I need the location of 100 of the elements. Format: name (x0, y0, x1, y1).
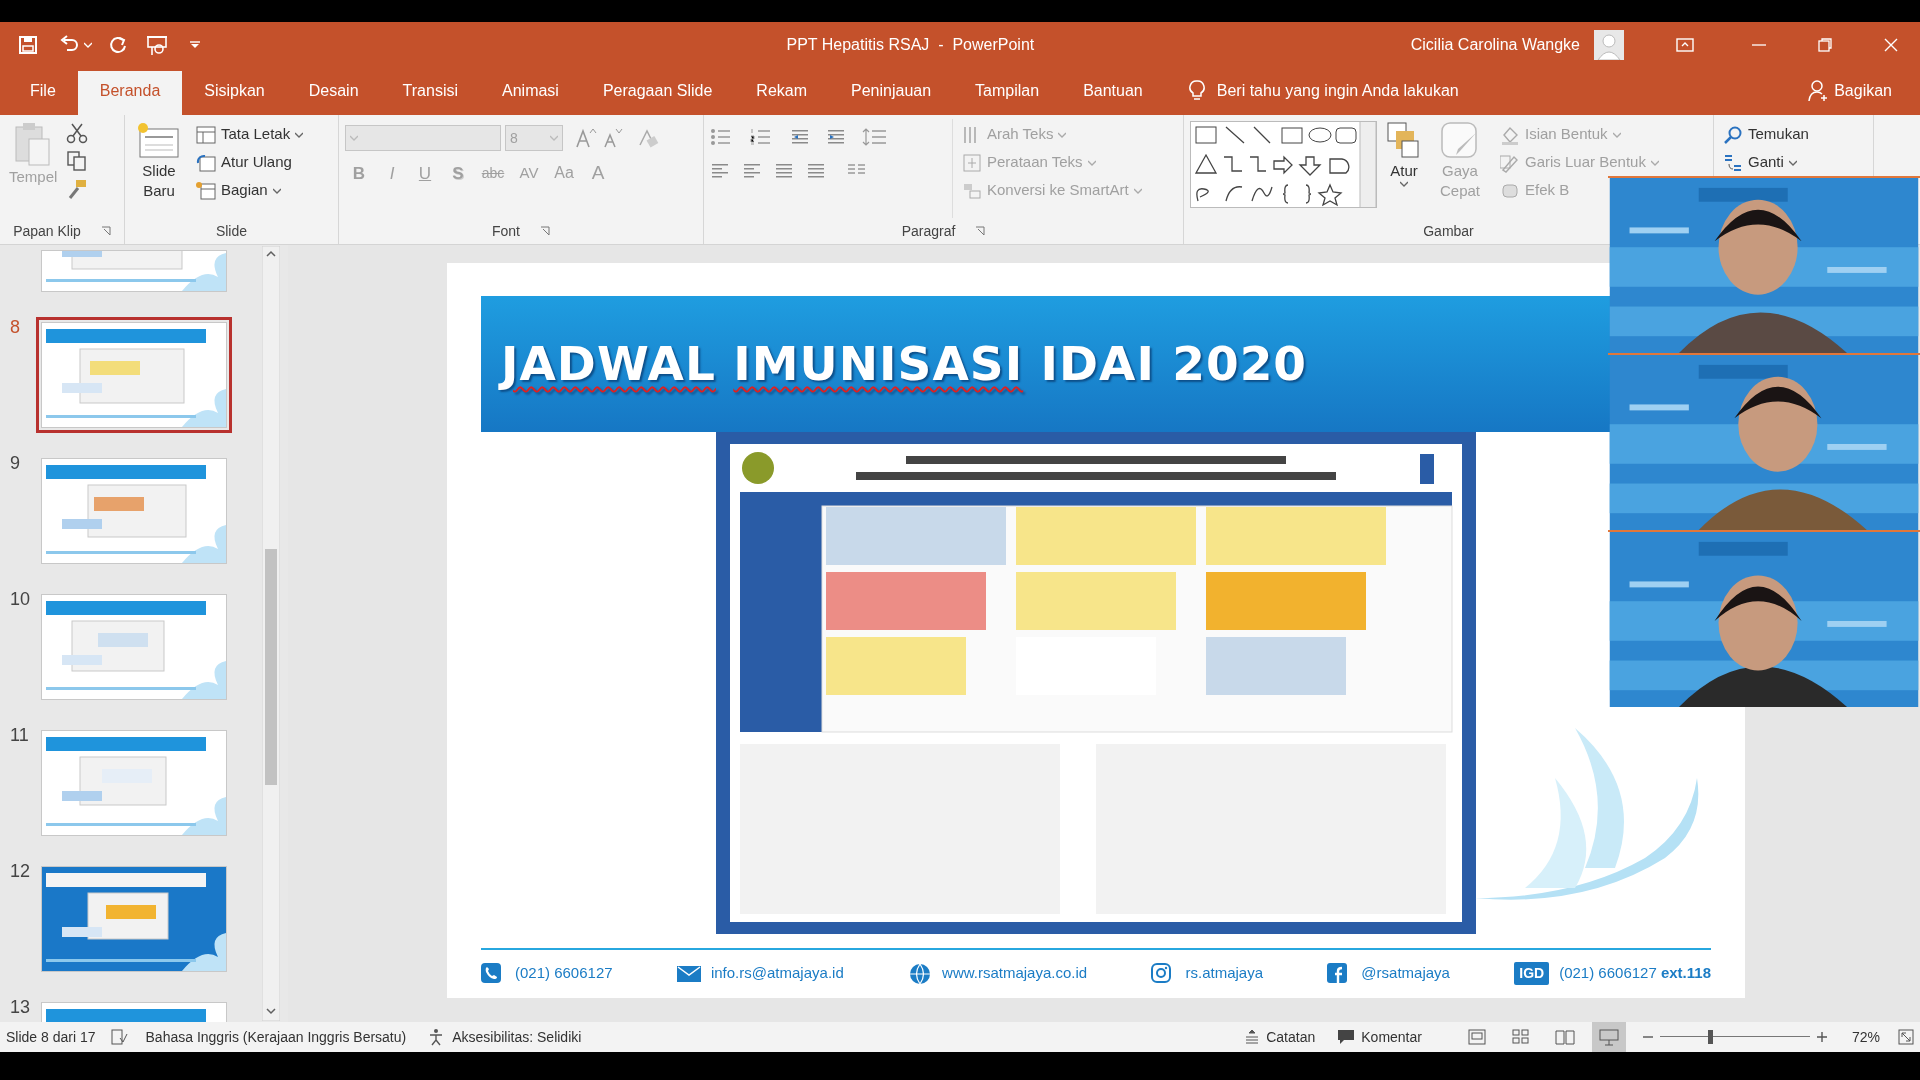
notes-icon (1244, 1029, 1261, 1045)
presenter-icon[interactable] (146, 34, 168, 56)
ribbon-tab[interactable]: Desain (286, 71, 381, 111)
caret-icon (84, 42, 92, 48)
group-label: Slide (215, 221, 248, 241)
align-text-icon (962, 152, 982, 173)
slide-thumbnail[interactable] (36, 317, 232, 433)
redo-icon[interactable] (108, 35, 128, 55)
ribbon-tab[interactable]: File (8, 71, 78, 111)
slide-counter: Slide 8 dari 17 (6, 1027, 96, 1047)
zoom-thumb[interactable] (1707, 1030, 1713, 1044)
zoom-in-icon[interactable] (1815, 1031, 1828, 1043)
caret-icon (1087, 159, 1096, 166)
copy-icon[interactable] (66, 150, 89, 172)
ribbon-tab[interactable]: Animasi (480, 71, 581, 111)
lightbulb-icon (1188, 80, 1205, 102)
normal-view-icon (1466, 1028, 1487, 1046)
language-status[interactable]: Bahasa Inggris (Kerajaan Inggris Bersatu) (145, 1026, 407, 1048)
user-name: Cicilia Carolina Wangke (1410, 35, 1580, 55)
align-center-icon[interactable] (742, 161, 762, 181)
dialog-launcher-icon[interactable] (100, 226, 111, 236)
caret-icon (350, 135, 358, 141)
restore-icon[interactable] (1818, 38, 1832, 52)
tell-me-box[interactable]: Beri tahu yang ingin Anda lakukan (1216, 79, 1459, 103)
caret-icon (295, 131, 304, 138)
font-name-field[interactable] (345, 125, 501, 151)
slide-sorter-icon (1510, 1028, 1531, 1046)
ribbon-button[interactable]: Atur Ulang (193, 150, 307, 175)
ribbon-button[interactable]: Ganti (1720, 150, 1812, 175)
group-label: Font (492, 221, 520, 241)
ribbon-tab[interactable]: Sisipkan (182, 71, 287, 111)
ribbon-button[interactable]: Tata Letak (193, 122, 307, 147)
ribbon-tab[interactable]: Transisi (380, 71, 480, 111)
slide-number: 9 (10, 453, 20, 473)
globe-icon (908, 962, 933, 985)
ribbon-button[interactable]: Bagian (193, 178, 307, 203)
group-label: Papan Klip (13, 221, 81, 241)
slide-number: 13 (10, 997, 31, 1017)
contact-text: www.rsatmajaya.co.id (942, 963, 1088, 984)
caret-icon (1612, 131, 1621, 138)
contact-text: rs.atmajaya (1185, 963, 1263, 984)
zoom-percent[interactable]: 72% (1851, 1026, 1880, 1048)
group-label: Paragraf (901, 221, 956, 241)
ribbon-tab[interactable]: Tampilan (953, 71, 1062, 111)
new-slide-button[interactable]: Slide Baru (131, 119, 187, 218)
group-label: Gambar (1423, 221, 1474, 241)
person-add-icon (1808, 80, 1829, 102)
ribbon-tab[interactable]: Bantuan (1061, 71, 1165, 111)
contact-text: (021) 6606127 (515, 963, 613, 984)
ribbon-display-icon[interactable] (1676, 38, 1694, 52)
slideshow-icon (1598, 1028, 1619, 1046)
ribbon-tab[interactable]: Beranda (77, 71, 183, 115)
paintbrush-icon[interactable] (66, 178, 89, 200)
comment-icon (1337, 1029, 1356, 1045)
shape-gallery[interactable] (1190, 121, 1377, 208)
align-left-icon[interactable] (710, 161, 730, 181)
window-title: PPT Hepatitis RSAJ - PowerPoint (786, 36, 1035, 53)
dialog-launcher-icon[interactable] (975, 226, 986, 236)
caret-icon (1650, 159, 1659, 166)
layout-icon (196, 124, 216, 145)
reset-slide-icon (196, 152, 216, 173)
customize-caret-icon[interactable] (190, 41, 200, 49)
avatar-icon[interactable] (1594, 30, 1624, 60)
zoom-slider[interactable] (1659, 1030, 1810, 1044)
contact-text: info.rs@atmajaya.id (710, 963, 844, 984)
share-button[interactable]: Bagikan (1802, 71, 1898, 111)
slide-number: 10 (10, 589, 31, 609)
fit-to-window-icon[interactable] (1898, 1029, 1914, 1045)
arrange-button[interactable]: Atur (1383, 119, 1425, 218)
ribbon-button[interactable]: Temukan (1720, 122, 1812, 147)
dialog-launcher-icon[interactable] (540, 226, 550, 236)
slide-number: 11 (10, 725, 29, 745)
close-icon[interactable] (1884, 38, 1898, 52)
emergency-label: IGD (1514, 962, 1550, 985)
scrollbar[interactable] (262, 246, 280, 1021)
pencil-icon (1500, 152, 1520, 173)
align-right-icon[interactable] (774, 161, 794, 181)
comments-button[interactable]: Komentar (1337, 1026, 1422, 1048)
justify-icon[interactable] (806, 161, 826, 181)
grow-font-icon[interactable] (575, 127, 597, 149)
line-spacing-icon[interactable] (862, 127, 888, 147)
slide-number: 8 (10, 317, 20, 337)
caret-icon (1133, 187, 1142, 194)
notes-button[interactable]: Catatan (1244, 1026, 1316, 1048)
spelling-icon[interactable] (109, 1028, 128, 1046)
search-icon (1723, 124, 1743, 145)
save-icon[interactable] (18, 35, 38, 55)
accessibility-status[interactable]: Aksesibilitas: Selidiki (428, 1026, 582, 1048)
ribbon-tab[interactable]: Peragaan Slide (580, 71, 735, 111)
ribbon-tab[interactable]: Peninjauan (829, 71, 954, 111)
scissors-icon[interactable] (66, 122, 89, 144)
shrink-font-icon[interactable] (601, 127, 623, 149)
quick-styles-icon (1440, 121, 1480, 161)
replace-icon (1723, 152, 1743, 173)
contact-text: @rsatmajaya (1361, 963, 1450, 984)
caret-icon (1788, 159, 1797, 166)
view-button[interactable] (1591, 1022, 1626, 1052)
clear-formatting-icon[interactable] (637, 127, 659, 149)
caret-icon (272, 187, 281, 194)
ribbon-tab[interactable]: Rekam (734, 71, 829, 111)
